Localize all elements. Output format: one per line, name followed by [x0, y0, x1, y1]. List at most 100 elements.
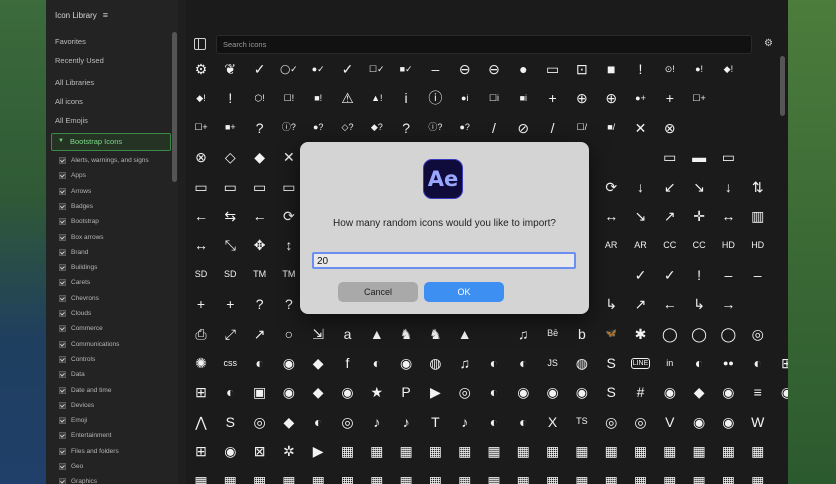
- checkbox-icon[interactable]: [59, 386, 66, 394]
- checkbox-icon[interactable]: [59, 401, 66, 409]
- icon-tile[interactable]: ↘: [690, 178, 708, 196]
- category-item[interactable]: Controls: [59, 355, 95, 363]
- icon-tile[interactable]: ■+: [221, 119, 239, 137]
- icon-tile[interactable]: /: [544, 119, 562, 137]
- icon-tile[interactable]: TS: [573, 413, 591, 431]
- icon-tile[interactable]: ?: [251, 295, 269, 313]
- icon-tile[interactable]: SD: [221, 266, 239, 284]
- icon-tile[interactable]: ↳: [690, 295, 708, 313]
- checkbox-icon[interactable]: [59, 355, 66, 363]
- category-item[interactable]: Commerce: [59, 325, 103, 333]
- category-item[interactable]: Date and time: [59, 386, 111, 394]
- icon-tile[interactable]: ⚠: [339, 89, 357, 107]
- icon-tile[interactable]: ✥: [251, 236, 269, 254]
- icon-tile[interactable]: ◆: [309, 354, 327, 372]
- icon-tile[interactable]: f: [339, 354, 357, 372]
- icon-tile[interactable]: ◉: [397, 354, 415, 372]
- icon-tile[interactable]: ▦: [368, 442, 386, 460]
- icon-tile[interactable]: ▦: [632, 472, 650, 484]
- icon-tile[interactable]: !: [690, 266, 708, 284]
- icon-tile[interactable]: ◉: [280, 354, 298, 372]
- category-item[interactable]: Brand: [59, 248, 88, 256]
- icon-tile[interactable]: ?: [280, 295, 298, 313]
- icon-tile[interactable]: ▦: [221, 472, 239, 484]
- icon-count-input[interactable]: 20: [312, 252, 576, 269]
- icon-tile[interactable]: ▦: [661, 472, 679, 484]
- icon-tile[interactable]: ✓: [339, 60, 357, 78]
- icon-tile[interactable]: css: [221, 354, 239, 372]
- nav-all-libraries[interactable]: All Libraries: [55, 78, 94, 87]
- category-item[interactable]: Alerts, warnings, and signs: [59, 157, 149, 164]
- icon-tile[interactable]: i: [397, 89, 415, 107]
- icon-tile[interactable]: SD: [192, 266, 210, 284]
- icon-tile[interactable]: ▦: [192, 472, 210, 484]
- icon-tile[interactable]: ▦: [749, 472, 767, 484]
- checkbox-icon[interactable]: [59, 294, 66, 302]
- category-item[interactable]: Arrows: [59, 187, 91, 195]
- icon-tile[interactable]: ▣: [251, 383, 269, 401]
- icon-tile[interactable]: ◎: [749, 325, 767, 343]
- icon-tile[interactable]: ▦: [485, 472, 503, 484]
- icon-tile[interactable]: ☐+: [690, 89, 708, 107]
- icon-tile[interactable]: AR: [602, 236, 620, 254]
- icon-tile[interactable]: X: [544, 413, 562, 431]
- icon-tile[interactable]: ↙: [661, 178, 679, 196]
- icon-tile[interactable]: +: [544, 89, 562, 107]
- icon-tile[interactable]: ▦: [426, 442, 444, 460]
- icon-tile[interactable]: JS: [544, 354, 562, 372]
- library-bootstrap-icons[interactable]: ▼ Bootstrap Icons: [51, 133, 171, 151]
- checkbox-icon[interactable]: [59, 325, 66, 333]
- icon-tile[interactable]: –: [719, 266, 737, 284]
- icon-tile[interactable]: +: [661, 89, 679, 107]
- icon-tile[interactable]: ♞: [426, 325, 444, 343]
- icon-tile[interactable]: ←: [661, 295, 679, 313]
- icon-tile[interactable]: –: [426, 60, 444, 78]
- icon-tile[interactable]: ◉: [719, 413, 737, 431]
- icon-tile[interactable]: ◉: [221, 442, 239, 460]
- icon-tile[interactable]: ◎: [632, 413, 650, 431]
- search-input[interactable]: Search icons: [216, 35, 752, 54]
- category-item[interactable]: Apps: [59, 172, 86, 180]
- icon-tile[interactable]: ⤡: [221, 236, 239, 254]
- icon-tile[interactable]: ↘: [632, 207, 650, 225]
- checkbox-icon[interactable]: [59, 310, 66, 317]
- icon-tile[interactable]: CC: [661, 236, 679, 254]
- icon-tile[interactable]: ◉: [573, 383, 591, 401]
- icon-tile[interactable]: ▦: [309, 472, 327, 484]
- icon-tile[interactable]: ■i: [514, 89, 532, 107]
- icon-tile[interactable]: ◎: [339, 413, 357, 431]
- icon-tile[interactable]: ▦: [544, 442, 562, 460]
- icon-tile[interactable]: #: [632, 383, 650, 401]
- icon-tile[interactable]: ⟳: [602, 178, 620, 196]
- icon-tile[interactable]: ◯: [661, 325, 679, 343]
- checkbox-icon[interactable]: [59, 157, 66, 164]
- category-item[interactable]: Devices: [59, 401, 94, 409]
- icon-tile[interactable]: !: [632, 60, 650, 78]
- icon-tile[interactable]: ▬: [690, 148, 708, 166]
- icon-tile[interactable]: ▦: [339, 472, 357, 484]
- icon-tile[interactable]: ⇲: [309, 325, 327, 343]
- icon-tile[interactable]: ⊖: [485, 60, 503, 78]
- category-item[interactable]: Box arrows: [59, 233, 104, 241]
- icon-tile[interactable]: ◐: [309, 413, 327, 431]
- checkbox-icon[interactable]: [59, 248, 66, 256]
- icon-tile[interactable]: ↔: [602, 207, 620, 225]
- icon-tile[interactable]: AR: [632, 236, 650, 254]
- icon-tile[interactable]: ◆: [280, 413, 298, 431]
- icon-tile[interactable]: ▦: [485, 442, 503, 460]
- icon-tile[interactable]: ↔: [719, 207, 737, 225]
- icon-tile[interactable]: ▦: [456, 472, 474, 484]
- icon-tile[interactable]: ▭: [251, 178, 269, 196]
- icon-tile[interactable]: ↗: [632, 295, 650, 313]
- icon-tile[interactable]: ●?: [309, 119, 327, 137]
- icon-tile[interactable]: ⓘ?: [426, 119, 444, 137]
- checkbox-icon[interactable]: [59, 340, 66, 348]
- icon-tile[interactable]: ▦: [690, 442, 708, 460]
- icon-tile[interactable]: a: [339, 325, 357, 343]
- icon-tile[interactable]: ●i: [456, 89, 474, 107]
- icon-tile[interactable]: ◯: [690, 325, 708, 343]
- icon-tile[interactable]: ↓: [719, 178, 737, 196]
- icon-tile[interactable]: ◐: [514, 413, 532, 431]
- icon-tile[interactable]: ▦: [251, 472, 269, 484]
- icon-tile[interactable]: ◆: [251, 148, 269, 166]
